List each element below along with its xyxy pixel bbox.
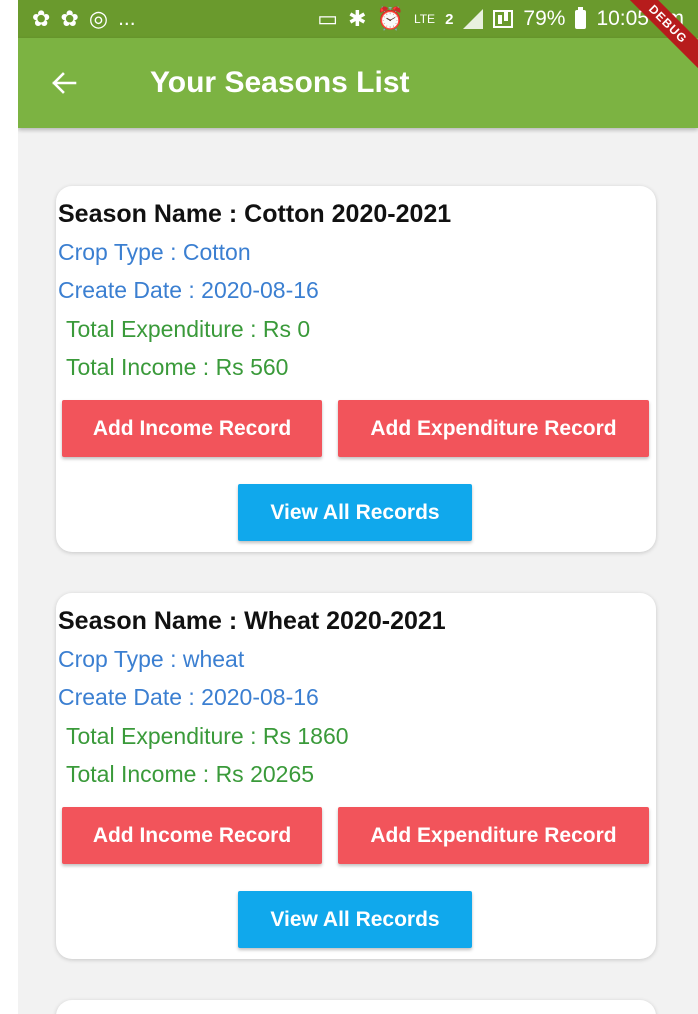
crop-type: Crop Type : wheat xyxy=(58,646,245,672)
add-income-record-button[interactable]: Add Income Record xyxy=(62,400,322,457)
status-bar-left: ✿ ✿ ◎ ... xyxy=(32,7,136,31)
view-all-records-button[interactable]: View All Records xyxy=(238,891,472,948)
sim-label: 2 xyxy=(445,10,454,28)
app-bar: Your Seasons List xyxy=(18,38,698,128)
total-expenditure: Total Expenditure : Rs 1860 xyxy=(66,723,349,749)
instagram-icon: ◎ xyxy=(88,6,109,31)
season-card: Season Name : Cotton 2020-2021 Crop Type… xyxy=(56,186,656,552)
back-button[interactable] xyxy=(36,55,92,111)
total-income: Total Income : Rs 20265 xyxy=(66,761,315,787)
signal-icon xyxy=(463,9,484,29)
add-expenditure-record-button[interactable]: Add Expenditure Record xyxy=(338,807,649,864)
app-notification-icon: ✿ xyxy=(32,6,51,31)
total-income: Total Income : Rs 560 xyxy=(66,354,289,380)
season-name: Season Name : Cotton 2020-2021 xyxy=(58,200,452,228)
battery-icon xyxy=(575,6,587,29)
page-title: Your Seasons List xyxy=(150,66,410,99)
create-date: Create Date : 2020-08-16 xyxy=(58,684,319,710)
notification-overflow: ... xyxy=(118,7,136,30)
season-name: Season Name : Wheat 2020-2021 xyxy=(58,607,446,635)
status-bar-right: ▭ ✱ ⏰ LTE 2 79% 10:05 am xyxy=(317,6,684,31)
season-card-partial xyxy=(56,1000,656,1014)
battery-percent: 79% xyxy=(523,7,566,30)
add-income-record-button[interactable]: Add Income Record xyxy=(62,807,322,864)
season-card: Season Name : Wheat 2020-2021 Crop Type … xyxy=(56,593,656,959)
alarm-icon: ⏰ xyxy=(376,6,404,31)
app-notification-icon: ✿ xyxy=(60,6,79,31)
lte-label: LTE xyxy=(413,12,436,26)
create-date: Create Date : 2020-08-16 xyxy=(58,277,319,303)
arrow-left-icon xyxy=(52,72,77,94)
cast-icon: ▭ xyxy=(317,6,339,31)
status-bar: ✿ ✿ ◎ ... ▭ ✱ ⏰ LTE 2 79% 10:05 am xyxy=(18,0,698,38)
view-all-records-button[interactable]: View All Records xyxy=(238,484,472,541)
app-screen: ✿ ✿ ◎ ... ▭ ✱ ⏰ LTE 2 79% 10:05 am DEBUG… xyxy=(18,0,698,1014)
add-expenditure-record-button[interactable]: Add Expenditure Record xyxy=(338,400,649,457)
signal-box-icon xyxy=(493,10,514,28)
bluetooth-icon: ✱ xyxy=(348,6,367,31)
total-expenditure: Total Expenditure : Rs 0 xyxy=(66,316,311,342)
crop-type: Crop Type : Cotton xyxy=(58,239,251,265)
